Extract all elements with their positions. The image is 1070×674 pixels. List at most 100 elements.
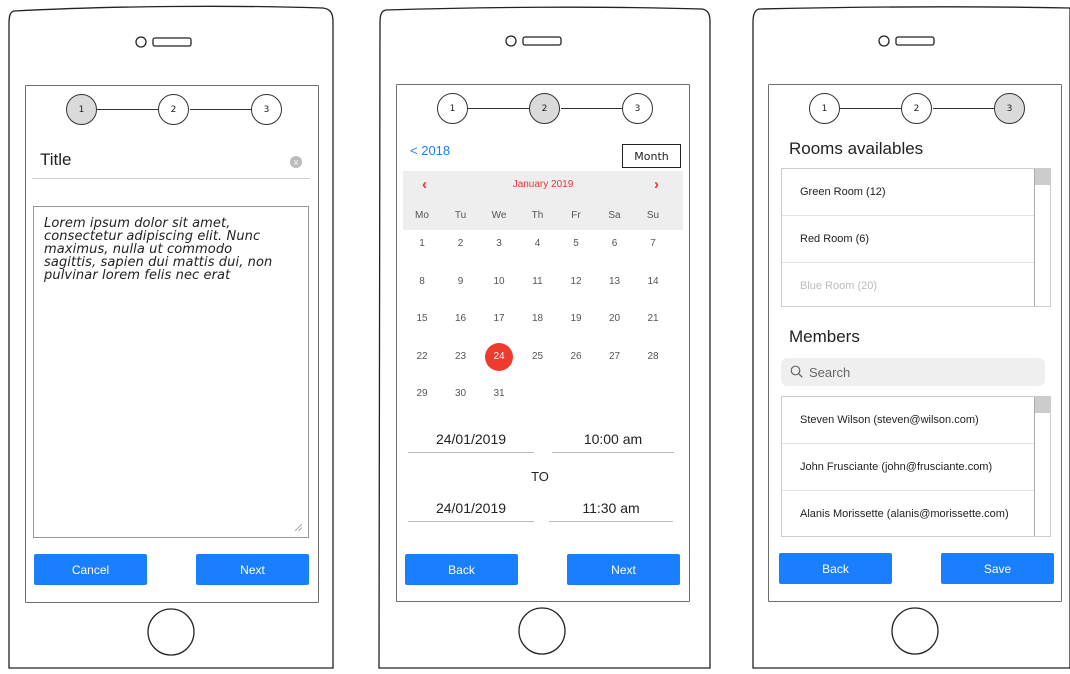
next-button[interactable]: Next	[196, 554, 309, 585]
rooms-scrollbar[interactable]	[1034, 169, 1050, 306]
calendar-day[interactable]: 10	[485, 268, 513, 296]
to-label: TO	[531, 469, 549, 484]
calendar-day[interactable]: 12	[562, 268, 590, 296]
list-item-room[interactable]: Green Room (12)	[782, 169, 1036, 216]
list-item-member[interactable]: Steven Wilson (steven@wilson.com)	[782, 397, 1036, 444]
end-date-field[interactable]: 24/01/2019	[408, 500, 534, 522]
calendar-day[interactable]: 14	[639, 268, 667, 296]
rooms-list[interactable]: Green Room (12) Red Room (6) Blue Room (…	[781, 168, 1051, 307]
list-item-room: Blue Room (20)	[782, 263, 1036, 306]
screen-rooms-members-step: 1 2 3 Rooms availables Green Room (12) R…	[769, 85, 1061, 601]
calendar-day[interactable]: 19	[562, 305, 590, 333]
step-2[interactable]: 2	[901, 93, 932, 124]
stepper: 1 2 3	[437, 93, 653, 124]
calendar-day[interactable]: 6	[601, 230, 629, 258]
back-year-link[interactable]: < 2018	[410, 143, 450, 158]
calendar-day[interactable]: 21	[639, 305, 667, 333]
back-button[interactable]: Back	[779, 553, 892, 584]
start-date-field[interactable]: 24/01/2019	[408, 431, 534, 453]
clear-icon[interactable]: x	[290, 156, 302, 168]
scroll-thumb[interactable]	[1035, 169, 1050, 185]
end-time-field[interactable]: 11:30 am	[549, 500, 673, 522]
calendar-day[interactable]: 17	[485, 305, 513, 333]
calendar-header: ‹ January 2019 ›	[403, 171, 683, 200]
calendar-day[interactable]: 20	[601, 305, 629, 333]
step-3[interactable]: 3	[994, 93, 1025, 124]
scroll-thumb[interactable]	[1035, 397, 1050, 413]
next-button[interactable]: Next	[567, 554, 680, 585]
stepper-line	[190, 109, 252, 110]
month-view-button[interactable]: Month	[622, 144, 681, 168]
chevron-left-icon: <	[410, 143, 418, 158]
description-text: Lorem ipsum dolor sit amet, consectetur …	[44, 217, 302, 282]
weekday-label: Mo	[415, 210, 429, 221]
list-item-member[interactable]: Alanis Morissette (alanis@morissette.com…	[782, 491, 1036, 536]
members-title: Members	[789, 327, 860, 346]
stepper: 1 2 3	[809, 93, 1025, 124]
stepper-line	[96, 109, 158, 110]
back-year-label: 2018	[421, 143, 451, 158]
save-button[interactable]: Save	[941, 553, 1054, 584]
step-2[interactable]: 2	[529, 93, 560, 124]
calendar-day[interactable]: 16	[447, 305, 475, 333]
weekday-label: We	[491, 210, 507, 221]
weekday-label: Th	[531, 210, 544, 221]
calendar-day[interactable]: 26	[562, 343, 590, 371]
calendar-day[interactable]: 15	[408, 305, 436, 333]
stepper-line	[839, 108, 901, 109]
title-field[interactable]: Title	[40, 150, 72, 170]
calendar-day[interactable]: 25	[524, 343, 552, 371]
stepper: 1 2 3	[66, 94, 282, 125]
calendar-day[interactable]: 18	[524, 305, 552, 333]
calendar-day[interactable]: 9	[447, 268, 475, 296]
member-search-input[interactable]: Search	[781, 358, 1045, 386]
calendar-day[interactable]: 2	[447, 230, 475, 258]
calendar-day[interactable]: 3	[485, 230, 513, 258]
back-button[interactable]: Back	[405, 554, 518, 585]
step-3[interactable]: 3	[251, 94, 282, 125]
calendar-day[interactable]: 5	[562, 230, 590, 258]
step-1[interactable]: 1	[809, 93, 840, 124]
step-3[interactable]: 3	[622, 93, 653, 124]
next-month-icon[interactable]: ›	[654, 176, 659, 193]
rooms-title: Rooms availables	[789, 139, 924, 158]
stepper-line	[933, 108, 995, 109]
calendar-weekdays: Mo Tu We Th Fr Sa Su	[403, 200, 683, 230]
screen-title-step: 1 2 3 Title x Lorem ipsum dolor sit amet…	[26, 86, 318, 602]
calendar-day[interactable]: 29	[408, 380, 436, 408]
calendar-day[interactable]: 7	[639, 230, 667, 258]
cancel-button[interactable]: Cancel	[34, 554, 147, 585]
calendar-day[interactable]: 8	[408, 268, 436, 296]
screen-date-step: 1 2 3 < 2018 Month ‹ January 2019 › Mo Tu…	[397, 85, 689, 601]
weekday-label: Sa	[608, 210, 621, 221]
step-1[interactable]: 1	[437, 93, 468, 124]
start-time-field[interactable]: 10:00 am	[552, 431, 674, 453]
list-item-room[interactable]: Red Room (6)	[782, 216, 1036, 263]
description-textarea[interactable]: Lorem ipsum dolor sit amet, consectetur …	[33, 206, 309, 538]
calendar-day[interactable]: 28	[639, 343, 667, 371]
search-icon	[790, 365, 803, 378]
resize-grip-icon[interactable]	[295, 524, 302, 531]
calendar-day-selected[interactable]: 24	[485, 342, 513, 371]
calendar-day[interactable]: 31	[485, 380, 513, 408]
calendar-day[interactable]: 23	[447, 343, 475, 371]
weekday-label: Fr	[571, 210, 581, 221]
calendar-day[interactable]: 11	[524, 268, 552, 296]
calendar-day[interactable]: 30	[447, 380, 475, 408]
calendar-day[interactable]: 13	[601, 268, 629, 296]
weekday-label: Su	[646, 210, 660, 221]
members-scrollbar[interactable]	[1034, 397, 1050, 536]
step-1[interactable]: 1	[66, 94, 97, 125]
list-item-member[interactable]: John Frusciante (john@frusciante.com)	[782, 444, 1036, 491]
calendar-month-label: January 2019	[512, 179, 574, 190]
stepper-line	[467, 108, 529, 109]
search-placeholder: Search	[809, 365, 851, 380]
title-underline	[32, 178, 310, 179]
calendar-day[interactable]: 27	[601, 343, 629, 371]
calendar-day[interactable]: 22	[408, 343, 436, 371]
calendar-day[interactable]: 4	[524, 230, 552, 258]
members-list[interactable]: Steven Wilson (steven@wilson.com) John F…	[781, 396, 1051, 537]
calendar-day[interactable]: 1	[408, 230, 436, 258]
text-line: pulvinar lorem felis nec erat	[44, 268, 231, 283]
step-2[interactable]: 2	[158, 94, 189, 125]
